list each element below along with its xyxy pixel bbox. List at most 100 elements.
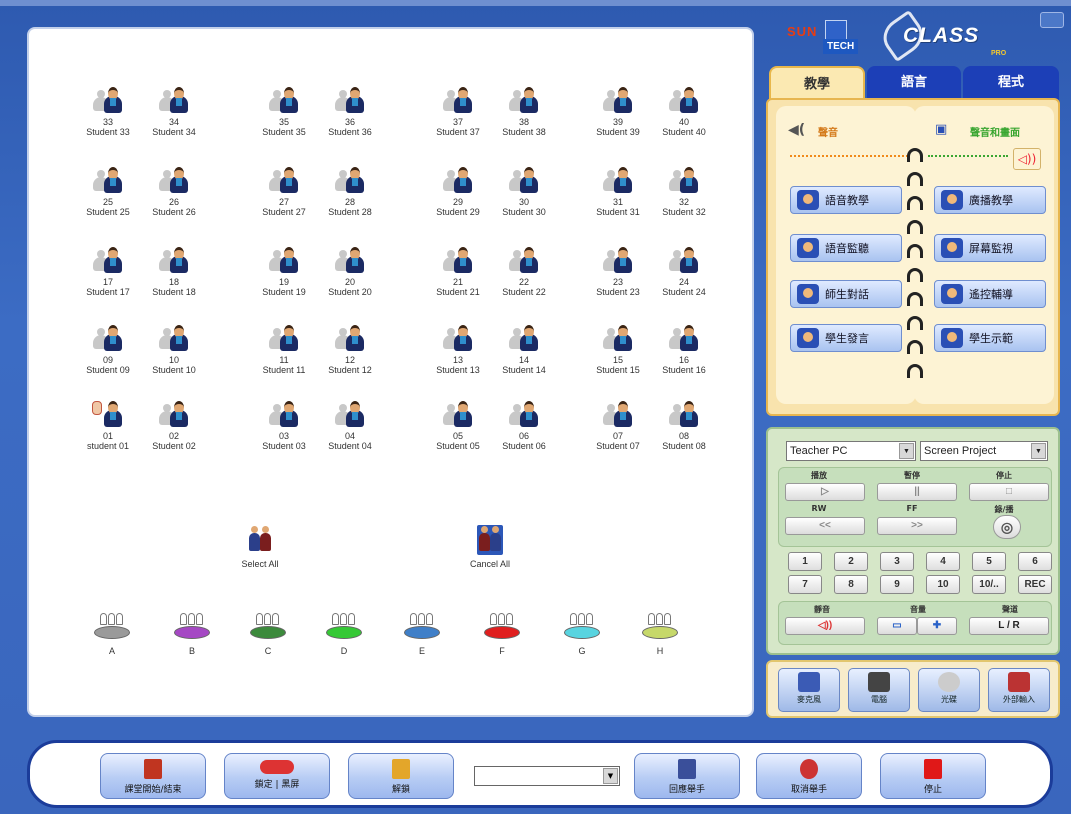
stop-button-bottom[interactable]: 停止 <box>880 753 986 799</box>
group-f-button[interactable]: F <box>467 613 537 656</box>
channel-6-button[interactable]: 6 <box>1018 552 1052 571</box>
group-h-button[interactable]: H <box>625 613 695 656</box>
student-seat[interactable]: 01 student 01 <box>75 401 141 452</box>
volume-down-button[interactable]: ▭ <box>877 617 917 635</box>
channel-2-button[interactable]: 2 <box>834 552 868 571</box>
rec-button[interactable]: REC <box>1018 575 1052 594</box>
cd-button[interactable]: 光碟 <box>918 668 980 712</box>
student-seat[interactable]: 38 Student 38 <box>491 87 557 138</box>
volume-up-button[interactable]: ✚ <box>917 617 957 635</box>
student-seat[interactable]: 37 Student 37 <box>425 87 491 138</box>
remote-tutoring-button[interactable]: 遙控輔導 <box>934 280 1046 308</box>
tab-language[interactable]: 語言 <box>867 66 961 100</box>
lock-blackscreen-button[interactable]: 鎖定 | 黑屏 <box>224 753 330 799</box>
channel-5-button[interactable]: 5 <box>972 552 1006 571</box>
student-seat[interactable]: 03 Student 03 <box>251 401 317 452</box>
student-seat[interactable]: 12 Student 12 <box>317 325 383 376</box>
rewind-button[interactable]: << <box>785 517 865 535</box>
student-seat[interactable]: 30 Student 30 <box>491 167 557 218</box>
student-seat[interactable]: 26 Student 26 <box>141 167 207 218</box>
volume-speaker-icon[interactable]: ◁)) <box>1013 148 1041 170</box>
record-button[interactable]: ◎ <box>993 515 1021 539</box>
channel-9-button[interactable]: 9 <box>880 575 914 594</box>
fast-forward-button[interactable]: >> <box>877 517 957 535</box>
student-seat[interactable]: 34 Student 34 <box>141 87 207 138</box>
student-seat[interactable]: 35 Student 35 <box>251 87 317 138</box>
respond-hand-raise-button[interactable]: 回應舉手 <box>634 753 740 799</box>
student-seat[interactable]: 27 Student 27 <box>251 167 317 218</box>
student-seat[interactable]: 20 Student 20 <box>317 247 383 298</box>
student-seat[interactable]: 06 Student 06 <box>491 401 557 452</box>
student-seat[interactable]: 28 Student 28 <box>317 167 383 218</box>
student-seat[interactable]: 19 Student 19 <box>251 247 317 298</box>
source-select[interactable]: Teacher PC ▼ <box>786 441 916 461</box>
external-input-button[interactable]: 外部輸入 <box>988 668 1050 712</box>
student-combo-select[interactable]: ▼ <box>474 766 620 786</box>
group-b-button[interactable]: B <box>157 613 227 656</box>
class-start-end-button[interactable]: 課堂開始/結束 <box>100 753 206 799</box>
channel-10-button[interactable]: 10 <box>926 575 960 594</box>
tab-program[interactable]: 程式 <box>963 66 1059 100</box>
student-seat[interactable]: 15 Student 15 <box>585 325 651 376</box>
group-e-button[interactable]: E <box>387 613 457 656</box>
student-seat[interactable]: 05 Student 05 <box>425 401 491 452</box>
student-seat[interactable]: 25 Student 25 <box>75 167 141 218</box>
student-seat[interactable]: 40 Student 40 <box>651 87 717 138</box>
student-seat[interactable]: 39 Student 39 <box>585 87 651 138</box>
pause-button[interactable]: || <box>877 483 957 501</box>
window-corner-icon[interactable] <box>1040 12 1064 28</box>
student-seat[interactable]: 04 Student 04 <box>317 401 383 452</box>
student-seat[interactable]: 36 Student 36 <box>317 87 383 138</box>
select-all-button[interactable]: Select All <box>225 525 295 569</box>
channel-7-button[interactable]: 7 <box>788 575 822 594</box>
tab-teaching[interactable]: 教學 <box>769 66 865 100</box>
group-d-button[interactable]: D <box>309 613 379 656</box>
student-seat[interactable]: 17 Student 17 <box>75 247 141 298</box>
student-seat[interactable]: 21 Student 21 <box>425 247 491 298</box>
student-seat[interactable]: 13 Student 13 <box>425 325 491 376</box>
teacher-student-dialog-button[interactable]: 師生對話 <box>790 280 902 308</box>
student-seat[interactable]: 23 Student 23 <box>585 247 651 298</box>
channel-3-button[interactable]: 3 <box>880 552 914 571</box>
target-select[interactable]: Screen Project ▼ <box>920 441 1048 461</box>
student-seat[interactable]: 18 Student 18 <box>141 247 207 298</box>
student-seat[interactable]: 31 Student 31 <box>585 167 651 218</box>
microphone-button[interactable]: 麥克風 <box>778 668 840 712</box>
group-g-button[interactable]: G <box>547 613 617 656</box>
group-c-button[interactable]: C <box>233 613 303 656</box>
student-seat[interactable]: 33 Student 33 <box>75 87 141 138</box>
student-seat[interactable]: 22 Student 22 <box>491 247 557 298</box>
student-seat[interactable]: 16 Student 16 <box>651 325 717 376</box>
channel-4-button[interactable]: 4 <box>926 552 960 571</box>
student-seat[interactable]: 07 Student 07 <box>585 401 651 452</box>
play-button[interactable]: ▷ <box>785 483 865 501</box>
lr-channel-button[interactable]: L / R <box>969 617 1049 635</box>
voice-monitor-button[interactable]: 語音監聽 <box>790 234 902 262</box>
student-seat[interactable]: 29 Student 29 <box>425 167 491 218</box>
student-seat[interactable]: 09 Student 09 <box>75 325 141 376</box>
cancel-hand-raise-button[interactable]: 取消舉手 <box>756 753 862 799</box>
mode-audio-video-label[interactable]: 聲音和畫面 <box>970 124 1020 139</box>
cancel-all-button[interactable]: Cancel All <box>455 525 525 569</box>
student-seat[interactable]: 11 Student 11 <box>251 325 317 376</box>
student-seat[interactable]: 24 Student 24 <box>651 247 717 298</box>
screen-monitor-button[interactable]: 屏幕監視 <box>934 234 1046 262</box>
student-seat[interactable]: 14 Student 14 <box>491 325 557 376</box>
channel-8-button[interactable]: 8 <box>834 575 868 594</box>
student-seat[interactable]: 02 Student 02 <box>141 401 207 452</box>
channel-10-plus-button[interactable]: 10/.. <box>972 575 1006 594</box>
student-speak-button[interactable]: 學生發言 <box>790 324 902 352</box>
student-seat[interactable]: 10 Student 10 <box>141 325 207 376</box>
student-seat[interactable]: 08 Student 08 <box>651 401 717 452</box>
student-demo-button[interactable]: 學生示範 <box>934 324 1046 352</box>
student-seat[interactable]: 32 Student 32 <box>651 167 717 218</box>
voice-teaching-button[interactable]: 語音教學 <box>790 186 902 214</box>
mute-button[interactable]: ◁)) <box>785 617 865 635</box>
channel-1-button[interactable]: 1 <box>788 552 822 571</box>
mode-audio-label[interactable]: 聲音 <box>818 124 838 139</box>
stop-button[interactable]: □ <box>969 483 1049 501</box>
computer-button[interactable]: 電腦 <box>848 668 910 712</box>
broadcast-teaching-button[interactable]: 廣播教學 <box>934 186 1046 214</box>
unlock-button[interactable]: 解鎖 <box>348 753 454 799</box>
group-a-button[interactable]: A <box>77 613 147 656</box>
